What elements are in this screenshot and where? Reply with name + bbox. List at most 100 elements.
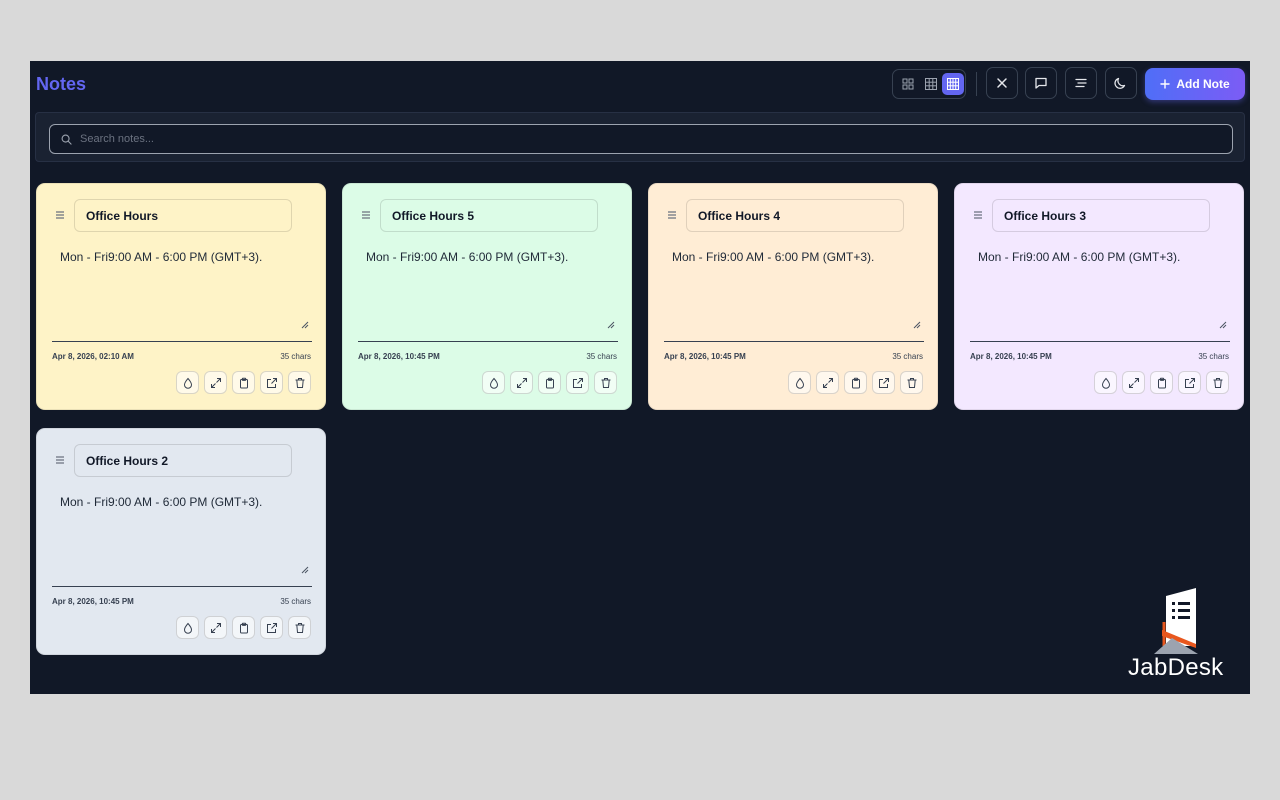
copy-button[interactable]	[1150, 371, 1173, 394]
jabdesk-logo: JabDesk	[1128, 586, 1238, 686]
search-box[interactable]	[49, 124, 1233, 154]
page-title: Notes	[36, 74, 87, 94]
note-char-count: 35 chars	[892, 352, 923, 361]
color-button[interactable]	[176, 371, 199, 394]
notes-app: Notes Add Note Search notes... Office Ho…	[30, 61, 1250, 694]
note-body[interactable]: Mon - Fri9:00 AM - 6:00 PM (GMT+3).	[978, 250, 1228, 264]
delete-button[interactable]	[1206, 371, 1229, 394]
external-link-icon	[266, 622, 277, 633]
trash-icon	[601, 377, 610, 388]
align-lines-icon	[1075, 78, 1087, 88]
note-title[interactable]: Office Hours 4	[686, 199, 904, 232]
note-body[interactable]: Mon - Fri9:00 AM - 6:00 PM (GMT+3).	[672, 250, 922, 264]
sort-button[interactable]	[1065, 67, 1097, 99]
clipboard-icon	[545, 377, 554, 388]
trash-icon	[295, 622, 304, 633]
delete-button[interactable]	[288, 616, 311, 639]
note-date: Apr 8, 2026, 10:45 PM	[358, 352, 440, 361]
delete-button[interactable]	[900, 371, 923, 394]
add-note-button[interactable]: Add Note	[1145, 68, 1245, 100]
resize-handle-icon[interactable]	[301, 321, 309, 329]
color-button[interactable]	[482, 371, 505, 394]
copy-button[interactable]	[232, 616, 255, 639]
expand-button[interactable]	[510, 371, 533, 394]
resize-handle-icon[interactable]	[913, 321, 921, 329]
open-external-button[interactable]	[872, 371, 895, 394]
drag-handle-icon[interactable]	[667, 211, 677, 219]
expand-button[interactable]	[204, 616, 227, 639]
copy-button[interactable]	[538, 371, 561, 394]
note-body[interactable]: Mon - Fri9:00 AM - 6:00 PM (GMT+3).	[366, 250, 616, 264]
note-divider	[664, 341, 924, 342]
trash-icon	[295, 377, 304, 388]
grid-3-view-button[interactable]	[920, 73, 942, 95]
resize-handle-icon[interactable]	[1219, 321, 1227, 329]
theme-toggle-button[interactable]	[1105, 67, 1137, 99]
note-date: Apr 8, 2026, 10:45 PM	[970, 352, 1052, 361]
expand-icon	[210, 377, 221, 388]
add-note-label: Add Note	[1176, 77, 1230, 91]
grid-2-view-button[interactable]	[897, 73, 919, 95]
droplet-icon	[183, 622, 192, 634]
note-actions	[788, 371, 923, 394]
note-body[interactable]: Mon - Fri9:00 AM - 6:00 PM (GMT+3).	[60, 250, 310, 264]
copy-button[interactable]	[232, 371, 255, 394]
drag-handle-icon[interactable]	[55, 456, 65, 464]
grid-3-icon	[925, 78, 937, 90]
expand-button[interactable]	[1122, 371, 1145, 394]
open-external-button[interactable]	[566, 371, 589, 394]
search-panel	[35, 112, 1245, 162]
note-char-count: 35 chars	[280, 597, 311, 606]
note-divider	[358, 341, 618, 342]
color-button[interactable]	[1094, 371, 1117, 394]
expand-icon	[822, 377, 833, 388]
note-divider	[52, 341, 312, 342]
external-link-icon	[878, 377, 889, 388]
delete-button[interactable]	[288, 371, 311, 394]
open-external-button[interactable]	[260, 616, 283, 639]
external-link-icon	[572, 377, 583, 388]
clipboard-icon	[851, 377, 860, 388]
drag-handle-icon[interactable]	[973, 211, 983, 219]
note-divider	[52, 586, 312, 587]
plus-icon	[1160, 79, 1171, 89]
resize-handle-icon[interactable]	[301, 566, 309, 574]
color-button[interactable]	[176, 616, 199, 639]
chat-button[interactable]	[1025, 67, 1057, 99]
chat-icon	[1035, 77, 1047, 89]
expand-button[interactable]	[204, 371, 227, 394]
note-title[interactable]: Office Hours 5	[380, 199, 598, 232]
expand-button[interactable]	[816, 371, 839, 394]
clipboard-icon	[1157, 377, 1166, 388]
note-actions	[482, 371, 617, 394]
note-date: Apr 8, 2026, 02:10 AM	[52, 352, 134, 361]
grid-4-view-button[interactable]	[942, 73, 964, 95]
moon-icon	[1114, 77, 1126, 89]
expand-icon	[1128, 377, 1139, 388]
note-title[interactable]: Office Hours	[74, 199, 292, 232]
note-char-count: 35 chars	[1198, 352, 1229, 361]
search-input[interactable]	[78, 132, 1182, 146]
note-divider	[970, 341, 1230, 342]
note-title[interactable]: Office Hours 3	[992, 199, 1210, 232]
droplet-icon	[489, 377, 498, 389]
color-button[interactable]	[788, 371, 811, 394]
drag-handle-icon[interactable]	[55, 211, 65, 219]
expand-icon	[516, 377, 527, 388]
open-external-button[interactable]	[1178, 371, 1201, 394]
open-external-button[interactable]	[260, 371, 283, 394]
droplet-icon	[183, 377, 192, 389]
trash-icon	[907, 377, 916, 388]
search-icon	[61, 134, 72, 145]
note-title[interactable]: Office Hours 2	[74, 444, 292, 477]
copy-button[interactable]	[844, 371, 867, 394]
note-actions	[176, 371, 311, 394]
delete-button[interactable]	[594, 371, 617, 394]
resize-handle-icon[interactable]	[607, 321, 615, 329]
expand-icon	[210, 622, 221, 633]
close-button[interactable]	[986, 67, 1018, 99]
drag-handle-icon[interactable]	[361, 211, 371, 219]
note-card: Office Hours 2 Mon - Fri9:00 AM - 6:00 P…	[36, 428, 326, 655]
note-actions	[176, 616, 311, 639]
note-body[interactable]: Mon - Fri9:00 AM - 6:00 PM (GMT+3).	[60, 495, 310, 509]
